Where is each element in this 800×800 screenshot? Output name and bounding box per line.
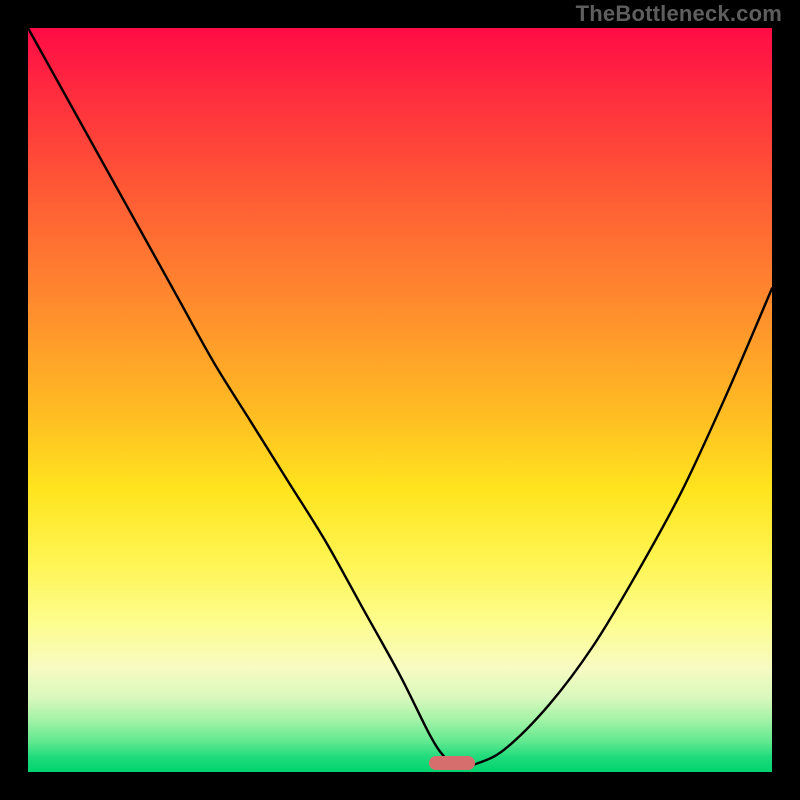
bottleneck-curve: [28, 28, 772, 772]
chart-frame: TheBottleneck.com: [0, 0, 800, 800]
plot-area: [28, 28, 772, 772]
optimal-marker: [429, 756, 475, 770]
watermark-text: TheBottleneck.com: [576, 1, 782, 27]
